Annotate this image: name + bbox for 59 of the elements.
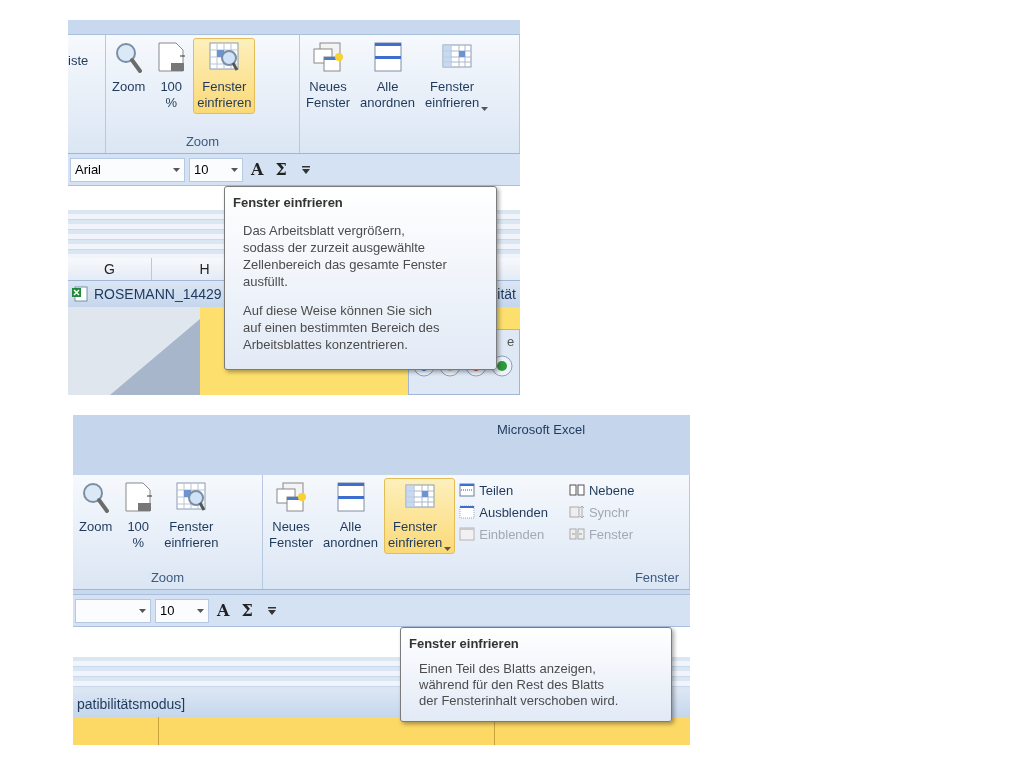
window-icon <box>459 526 476 542</box>
page-icon <box>155 41 188 73</box>
book-icon <box>568 482 585 498</box>
ribbon-button[interactable]: Ausblenden <box>459 504 548 520</box>
column-header: G <box>68 258 152 280</box>
ribbon-button[interactable]: Teilen <box>459 482 548 498</box>
window-arrows-icon <box>568 526 585 542</box>
customize-icon[interactable] <box>300 165 311 174</box>
windows-icon <box>275 481 308 513</box>
caret-icon <box>231 167 238 172</box>
grid-magnifier-icon <box>175 481 208 513</box>
window-title: Microsoft Excel <box>497 422 586 437</box>
window-panes-icon <box>334 481 367 513</box>
document-title: ität <box>497 286 516 302</box>
ribbon-button[interactable]: 100 % <box>151 38 192 114</box>
ribbon-button[interactable]: Alle anordnen <box>319 478 383 554</box>
sum-button[interactable]: Σ <box>271 160 291 179</box>
ribbon-button[interactable]: Nebene <box>568 482 635 498</box>
group-label: Fenster <box>633 570 680 587</box>
ribbon-button[interactable]: Fenster einfrieren <box>421 38 493 114</box>
window-icon <box>459 504 476 520</box>
tooltip-title: Fenster einfrieren <box>233 195 344 210</box>
grow-font-button[interactable]: A <box>247 160 268 179</box>
ribbon-button[interactable]: Zoom <box>108 38 150 98</box>
page-icon <box>122 481 155 513</box>
ribbon-button[interactable]: Fenster einfrieren <box>160 478 223 554</box>
tooltip-text: Einen Teil des Blatts anzeigen, während für den Rest des Blatts der Fensterinhalt verschoben wird. <box>418 661 620 709</box>
ribbon-button[interactable]: Fenster einfrieren <box>384 478 456 554</box>
sync-scroll-icon <box>568 504 585 520</box>
caret-icon <box>173 167 180 172</box>
triangle-icon <box>110 319 200 395</box>
customize-icon[interactable] <box>266 606 277 615</box>
font-field[interactable] <box>75 598 151 623</box>
group-label: Zoom <box>149 570 186 587</box>
grid-magnifier-icon <box>208 41 241 73</box>
sum-button[interactable]: Σ <box>237 601 257 620</box>
ribbon-button[interactable]: Zoom <box>75 478 117 538</box>
font-size-field[interactable]: 10 <box>189 157 243 182</box>
ribbon-button[interactable]: 100 % <box>118 478 159 554</box>
document-title: ROSEMANN_14429 <box>94 286 222 302</box>
split-window-icon <box>459 482 476 498</box>
ribbon-label: iste <box>68 53 89 68</box>
tooltip-title: Fenster einfrieren <box>409 636 520 651</box>
document-title: patibilitätsmodus] <box>77 696 186 712</box>
windows-icon <box>312 41 345 73</box>
font-size-field[interactable]: 10 <box>155 598 209 623</box>
spreadsheet-icon <box>72 286 88 302</box>
caret-icon <box>139 608 146 613</box>
grow-font-button[interactable]: A <box>213 601 234 620</box>
window-panes-icon <box>371 41 404 73</box>
ribbon-button[interactable]: Alle anordnen <box>356 38 420 114</box>
group-label: Zoom <box>184 134 221 151</box>
pane-label: e <box>507 334 516 349</box>
ribbon-button[interactable]: Neues Fenster <box>265 478 318 554</box>
tooltip-text: Auf diese Weise können Sie sich auf einen bestimmten Bereich des Arbeitsblattes konzentrieren. <box>242 302 441 353</box>
caret-icon <box>197 608 204 613</box>
font-field[interactable]: Arial <box>70 157 185 182</box>
ribbon-button[interactable]: Neues Fenster <box>302 38 355 114</box>
ribbon-button[interactable]: Fenster einfrieren <box>193 38 256 114</box>
